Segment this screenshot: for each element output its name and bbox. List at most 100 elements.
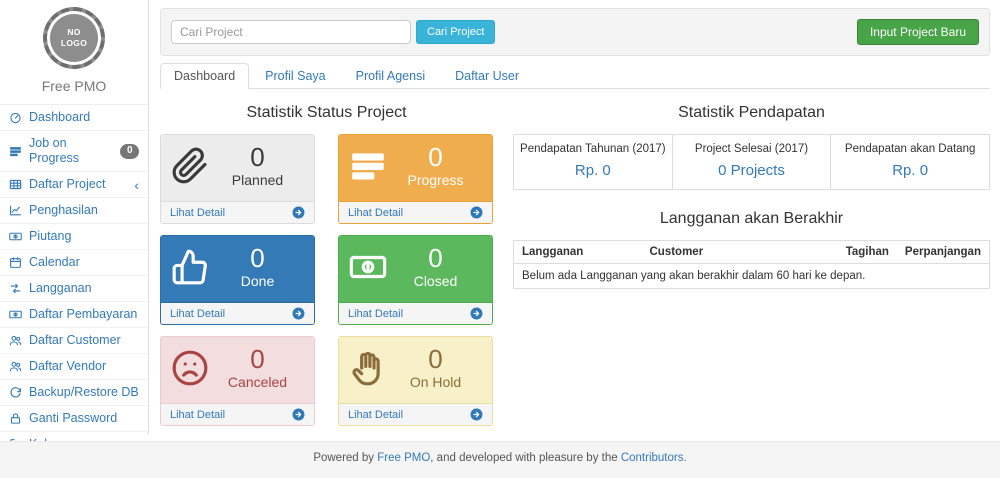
users-icon — [9, 360, 22, 373]
lihat-detail-link[interactable]: Lihat Detail — [348, 308, 403, 320]
card-body: 0On Hold — [339, 337, 492, 403]
tachometer-icon — [9, 111, 22, 124]
card-body: 0Progress — [339, 135, 492, 201]
card-count: 0 — [387, 144, 484, 171]
income-value-link[interactable]: Rp. 0 — [575, 162, 611, 179]
lihat-detail-link[interactable]: Lihat Detail — [348, 409, 403, 421]
arrow-circle-right-icon[interactable] — [292, 206, 305, 219]
income-value-link[interactable]: Rp. 0 — [892, 162, 928, 179]
sidebar-item-label: Daftar Pembayaran — [29, 307, 137, 322]
income-cell-project-selesai-2017: Project Selesai (2017) 0 Projects — [672, 135, 831, 190]
card-label: Progress — [387, 172, 484, 188]
sidebar-item-label: Langganan — [29, 281, 92, 296]
sidebar-item-calendar[interactable]: Calendar — [0, 250, 148, 276]
no-logo-badge: NO LOGO — [43, 7, 105, 69]
sidebar-item-langganan[interactable]: Langganan — [0, 276, 148, 302]
card-label: Closed — [387, 273, 484, 289]
sidebar-item-label: Backup/Restore DB — [29, 385, 139, 400]
income-header: Project Selesai (2017) — [676, 143, 828, 155]
card-count: 0 — [387, 245, 484, 272]
retweet-icon — [9, 282, 22, 295]
income-value-link[interactable]: 0 Projects — [718, 162, 785, 179]
subscription-section-title: Langganan akan Berakhir — [513, 210, 990, 228]
status-card-on-hold: 0On Hold Lihat Detail — [338, 336, 493, 426]
tasks-icon — [349, 147, 387, 185]
sidebar-item-label: Daftar Project — [29, 177, 105, 192]
sidebar-item-label: Ganti Password — [29, 411, 117, 426]
contributors-link[interactable]: Contributors. — [621, 452, 687, 464]
lihat-detail-link[interactable]: Lihat Detail — [170, 207, 225, 219]
money-icon — [349, 248, 387, 286]
card-footer: Lihat Detail — [339, 302, 492, 324]
thumbs-up-icon — [171, 248, 209, 286]
footer-text: Powered by — [313, 452, 377, 464]
card-label: Planned — [209, 172, 306, 188]
paperclip-icon — [171, 147, 209, 185]
income-section-title: Statistik Pendapatan — [513, 104, 990, 122]
income-cell-pendapatan-tahunan-2017: Pendapatan Tahunan (2017) Rp. 0 — [514, 135, 673, 190]
status-card-canceled: 0Canceled Lihat Detail — [160, 336, 315, 426]
income-stats-table: Pendapatan Tahunan (2017) Rp. 0 Project Se… — [513, 134, 990, 190]
card-label: Done — [209, 273, 306, 289]
lihat-detail-link[interactable]: Lihat Detail — [170, 409, 225, 421]
income-header: Pendapatan Tahunan (2017) — [517, 143, 669, 155]
sidebar-item-backup-restore-db[interactable]: Backup/Restore DB — [0, 380, 148, 406]
sidebar: NO LOGO Free PMO Dashboard Job on Progres… — [0, 0, 149, 434]
sidebar-item-penghasilan[interactable]: Penghasilan — [0, 198, 148, 224]
lihat-detail-link[interactable]: Lihat Detail — [170, 308, 225, 320]
calendar-icon — [9, 256, 22, 269]
arrow-circle-right-icon[interactable] — [470, 307, 483, 320]
income-header: Pendapatan akan Datang — [834, 143, 986, 155]
sidebar-item-job-on-progress[interactable]: Job on Progress0 — [0, 131, 148, 172]
logo-text-line2: LOGO — [61, 38, 87, 49]
tab-profil-agensi[interactable]: Profil Agensi — [342, 63, 439, 89]
lihat-detail-link[interactable]: Lihat Detail — [348, 207, 403, 219]
card-footer: Lihat Detail — [161, 403, 314, 425]
tab-dashboard[interactable]: Dashboard — [160, 63, 249, 89]
search-button[interactable]: Cari Project — [416, 20, 495, 44]
card-label: On Hold — [387, 374, 484, 390]
card-footer: Lihat Detail — [339, 403, 492, 425]
sidebar-item-label: Penghasilan — [29, 203, 98, 218]
sidebar-item-daftar-vendor[interactable]: Daftar Vendor — [0, 354, 148, 380]
card-count: 0 — [209, 144, 306, 171]
sidebar-item-label: Piutang — [29, 229, 71, 244]
status-card-planned: 0Planned Lihat Detail — [160, 134, 315, 224]
card-label: Canceled — [209, 374, 306, 390]
dashboard-content: Statistik Status Project 0PlannedLihat D… — [160, 89, 990, 426]
sidebar-item-ganti-password[interactable]: Ganti Password — [0, 406, 148, 432]
sidebar-item-piutang[interactable]: Piutang — [0, 224, 148, 250]
logo-text-line1: NO — [61, 27, 87, 38]
income-cell-pendapatan-akan-datang: Pendapatan akan Datang Rp. 0 — [831, 135, 990, 190]
sidebar-item-daftar-project[interactable]: Daftar Project ‹ — [0, 172, 148, 198]
frown-icon — [171, 349, 209, 387]
card-count: 0 — [209, 245, 306, 272]
income-section: Statistik Pendapatan Pendapatan Tahunan … — [513, 89, 990, 426]
line-chart-icon — [9, 204, 22, 217]
sidebar-item-dashboard[interactable]: Dashboard — [0, 105, 148, 131]
chevron-left-icon: ‹ — [134, 180, 139, 190]
refresh-icon — [9, 386, 22, 399]
search-panel: Cari Project Input Project Baru — [160, 8, 990, 56]
column-header-customer: Customer — [642, 241, 838, 264]
arrow-circle-right-icon[interactable] — [292, 408, 305, 421]
card-body: 0Planned — [161, 135, 314, 201]
brand-name: Free PMO — [0, 78, 148, 94]
empty-subscriptions-message: Belum ada Langganan yang akan berakhir d… — [514, 264, 990, 289]
search-input[interactable] — [171, 20, 411, 44]
input-project-baru-button[interactable]: Input Project Baru — [857, 19, 979, 45]
count-badge: 0 — [120, 144, 139, 159]
free-pmo-link[interactable]: Free PMO — [377, 452, 430, 464]
sidebar-item-daftar-customer[interactable]: Daftar Customer — [0, 328, 148, 354]
column-header-tagihan: Tagihan — [838, 241, 897, 264]
arrow-circle-right-icon[interactable] — [292, 307, 305, 320]
tab-profil-saya[interactable]: Profil Saya — [251, 63, 339, 89]
arrow-circle-right-icon[interactable] — [470, 206, 483, 219]
card-count: 0 — [209, 346, 306, 373]
arrow-circle-right-icon[interactable] — [470, 408, 483, 421]
hand-icon — [349, 349, 387, 387]
card-footer: Lihat Detail — [339, 201, 492, 223]
sidebar-item-daftar-pembayaran[interactable]: Daftar Pembayaran — [0, 302, 148, 328]
sidebar-item-label: Dashboard — [29, 110, 90, 125]
tab-daftar-user[interactable]: Daftar User — [441, 63, 533, 89]
